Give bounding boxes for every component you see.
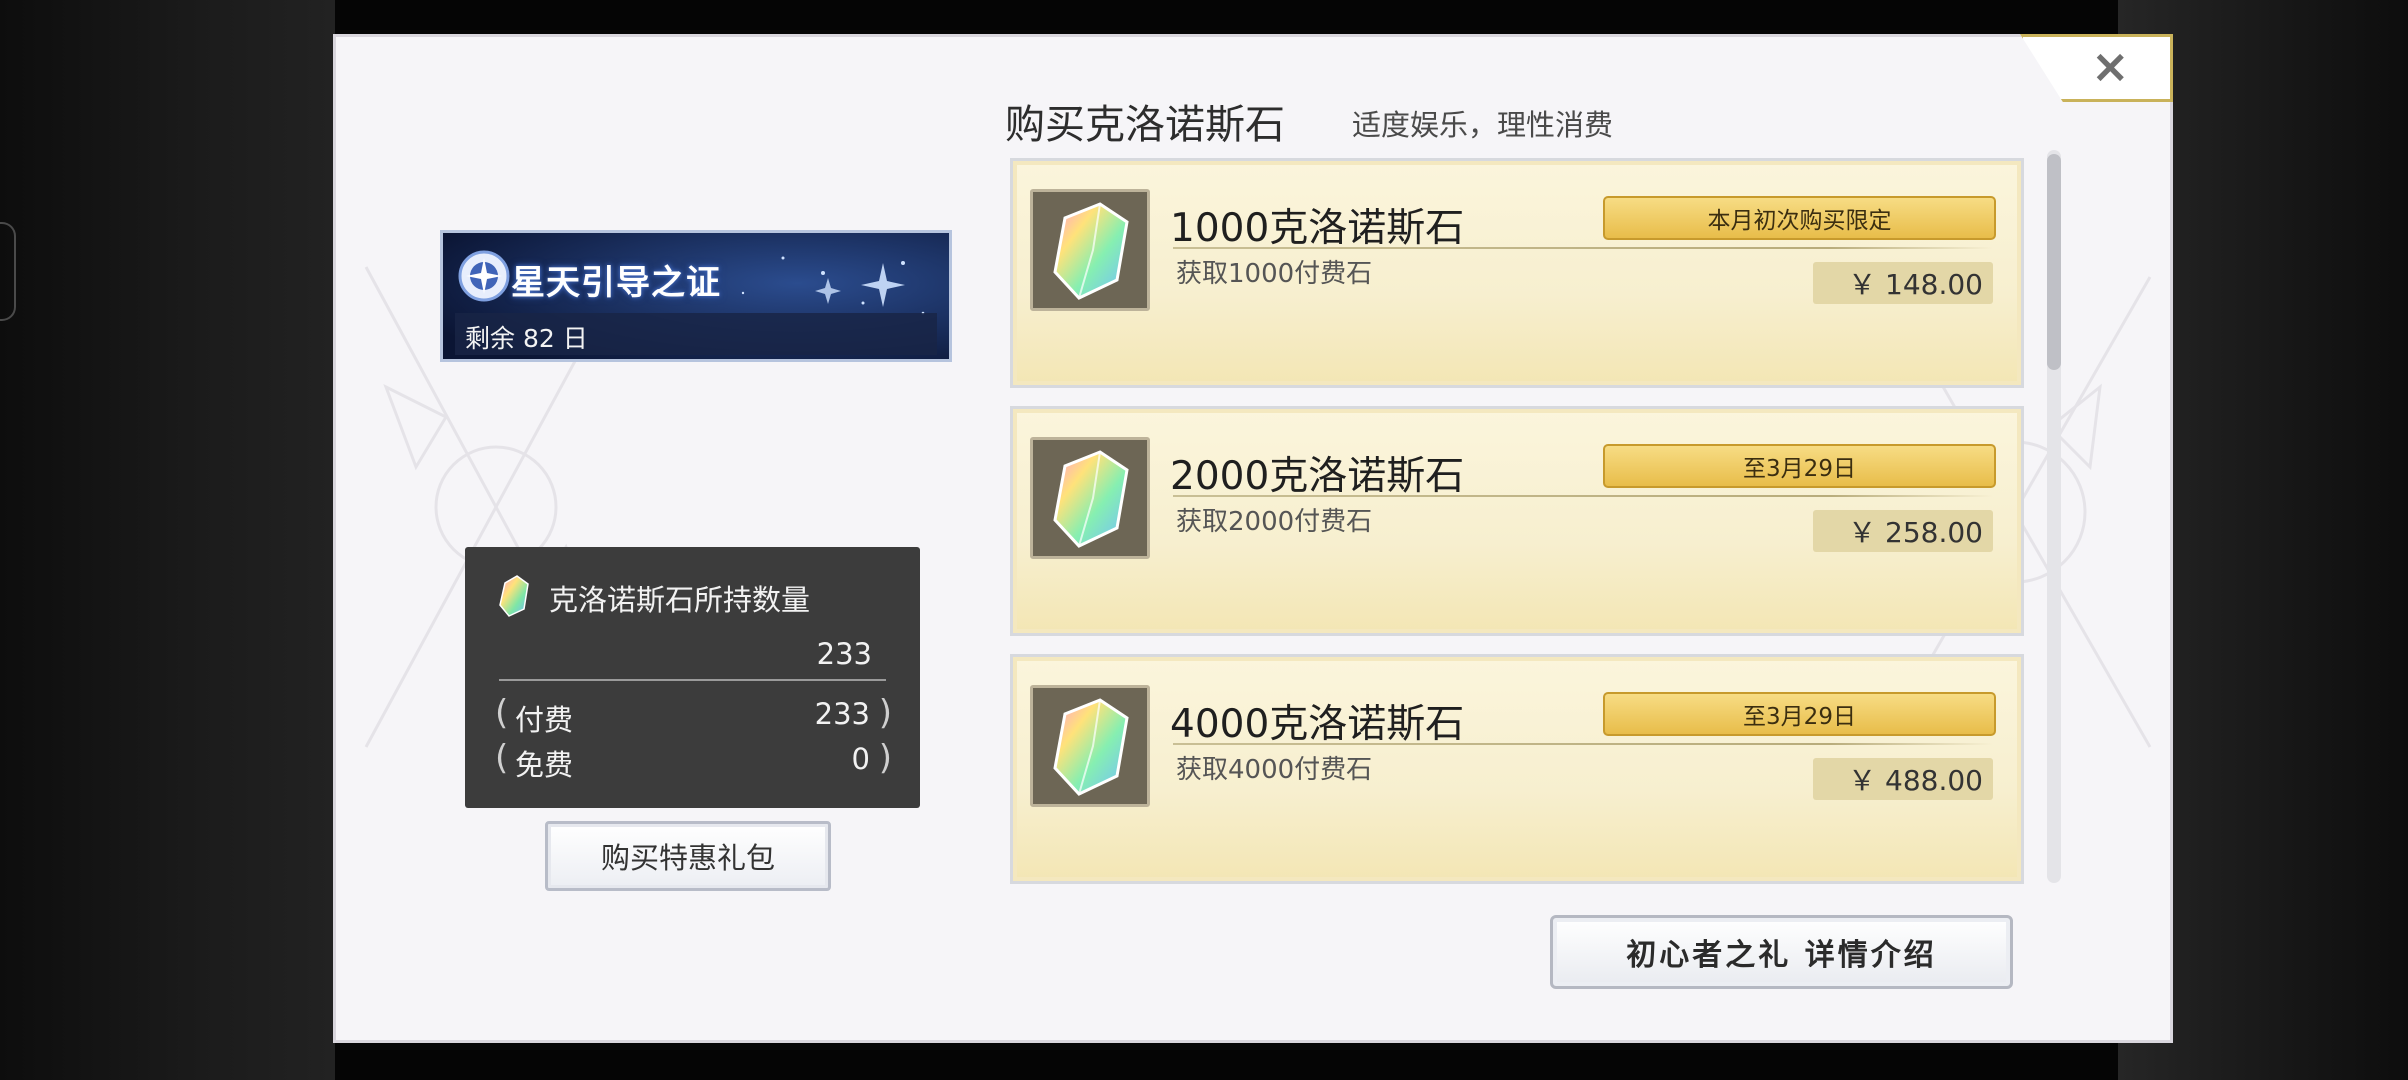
free-label: 免费 — [515, 748, 574, 782]
product-description: 获取1000付费石 — [1176, 259, 1373, 289]
crystal-icon — [499, 575, 529, 617]
paid-row: ( 付费 233 ) — [495, 693, 892, 737]
price-button[interactable]: ￥ 148.00 — [1813, 262, 1993, 304]
close-icon[interactable]: × — [2091, 39, 2130, 93]
product-icon-frame — [1030, 437, 1150, 559]
side-tab[interactable] — [0, 222, 16, 321]
page-subtitle: 适度娱乐，理性消费 — [1352, 108, 1614, 142]
background-left — [0, 0, 335, 1080]
paren-right: ) — [878, 738, 892, 778]
stone-holdings-panel: 克洛诺斯石所持数量 233 ( 付费 233 ) ( 免费 0 ) — [465, 547, 920, 808]
product-icon-frame — [1030, 189, 1150, 311]
banner-footer: 剩余 82 日 — [455, 313, 937, 355]
product-name: 4000克洛诺斯石 — [1170, 702, 1465, 747]
paren-left: ( — [495, 693, 509, 733]
buy-gift-pack-button[interactable]: 购买特惠礼包 — [545, 821, 831, 891]
days-remaining: 剩余 82 日 — [465, 324, 588, 353]
paren-right: ) — [878, 693, 892, 733]
holdings-title: 克洛诺斯石所持数量 — [549, 583, 811, 617]
limit-badge: 至3月29日 — [1603, 444, 1996, 488]
crystal-icon — [1053, 202, 1129, 300]
beginner-gift-details-button[interactable]: 初心者之礼 详情介绍 — [1550, 915, 2013, 989]
product-card-2000[interactable]: 2000克洛诺斯石 获取2000付费石 至3月29日 ￥ 258.00 — [1010, 406, 2024, 636]
paid-label: 付费 — [515, 703, 574, 737]
divider — [1173, 743, 1993, 745]
product-card-1000[interactable]: 1000克洛诺斯石 获取1000付费石 本月初次购买限定 ￥ 148.00 — [1010, 158, 2024, 388]
product-name: 2000克洛诺斯石 — [1170, 454, 1465, 499]
product-description: 获取2000付费石 — [1176, 507, 1373, 537]
divider — [499, 679, 886, 681]
divider — [1173, 247, 1993, 249]
price-button[interactable]: ￥ 488.00 — [1813, 758, 1993, 800]
crystal-icon — [1053, 698, 1129, 796]
paren-left: ( — [495, 738, 509, 778]
crystal-icon — [1053, 450, 1129, 548]
price-button[interactable]: ￥ 258.00 — [1813, 510, 1993, 552]
scrollbar-thumb[interactable] — [2047, 154, 2061, 370]
event-banner[interactable]: 星天引导之证 剩余 82 日 — [440, 230, 952, 362]
limit-badge: 至3月29日 — [1603, 692, 1996, 736]
product-name: 1000克洛诺斯石 — [1170, 206, 1465, 251]
free-row: ( 免费 0 ) — [495, 738, 892, 782]
holdings-total: 233 — [816, 637, 872, 671]
product-icon-frame — [1030, 685, 1150, 807]
free-value: 0 — [851, 742, 870, 776]
banner-title: 星天引导之证 — [511, 263, 721, 303]
banner-emblem-icon — [458, 250, 510, 302]
product-card-4000[interactable]: 4000克洛诺斯石 获取4000付费石 至3月29日 ￥ 488.00 — [1010, 654, 2024, 884]
divider — [1173, 495, 1993, 497]
page-title: 购买克洛诺斯石 — [1005, 102, 1285, 148]
product-description: 获取4000付费石 — [1176, 755, 1373, 785]
paid-value: 233 — [814, 697, 870, 731]
scrollbar[interactable] — [2047, 150, 2061, 883]
limit-badge: 本月初次购买限定 — [1603, 196, 1996, 240]
